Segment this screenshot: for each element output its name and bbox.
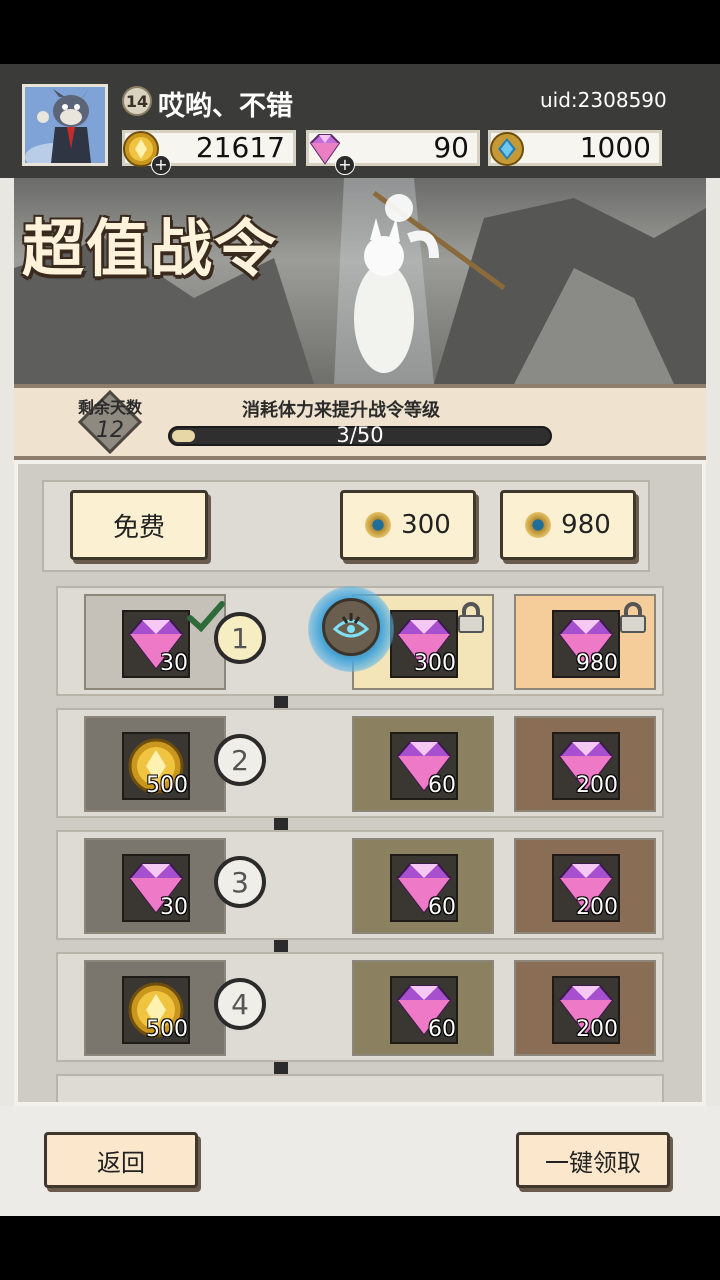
days-remaining: 剩余天数 12	[70, 392, 150, 454]
gold-amount: 21617	[195, 131, 285, 164]
reward-quantity: 200	[576, 895, 618, 920]
add-diamond-icon[interactable]: +	[335, 155, 355, 175]
progress-description: 消耗体力来提升战令等级	[242, 400, 440, 421]
gem-coin-amount: 1000	[579, 131, 651, 164]
eye-emblem-icon	[322, 598, 380, 656]
gold-currency-box[interactable]: + 21617	[122, 130, 296, 175]
days-remaining-value: 12	[96, 418, 124, 443]
player-level-badge: 14	[122, 86, 152, 116]
claim-all-button[interactable]: 一键领取	[516, 1132, 670, 1188]
tier2-price: 980	[561, 510, 611, 540]
back-button-label: 返回	[97, 1148, 145, 1177]
blue-gem-coin-icon	[525, 512, 552, 538]
tier-header: 免费 300 980	[42, 480, 650, 572]
level-marker-3: 3	[214, 856, 266, 908]
reward-row-level-2: 500 60 200	[56, 708, 664, 818]
lock-icon	[458, 602, 484, 633]
status-bar-area	[0, 0, 720, 64]
reward-quantity: 300	[414, 651, 456, 676]
add-gold-icon[interactable]: +	[151, 155, 171, 175]
free-reward-slot[interactable]: 500	[84, 960, 226, 1056]
tier1-reward-slot[interactable]: 60	[352, 960, 494, 1056]
reward-quantity: 200	[576, 1017, 618, 1042]
player-uid: uid:2308590	[540, 88, 667, 112]
gem-coin-currency-box: 1000	[488, 130, 662, 166]
pass-progress-strip: 剩余天数 12 消耗体力来提升战令等级 3/50	[14, 384, 706, 460]
tier1-reward-slot[interactable]: 60	[352, 838, 494, 934]
banner-title: 超值战令	[22, 212, 279, 285]
player-name: 哎哟、不错	[158, 91, 293, 122]
battle-pass-banner: 超值战令	[14, 178, 706, 384]
reward-quantity: 60	[428, 773, 456, 798]
reward-quantity: 30	[160, 895, 188, 920]
tier2-reward-slot[interactable]: 200	[514, 838, 656, 934]
tier1-purchase-button[interactable]: 300	[340, 490, 476, 560]
player-header: 14 哎哟、不错 uid:2308590 + 21617 + 90 1000	[0, 64, 720, 178]
diamond-amount: 90	[433, 131, 469, 164]
cat-character-icon	[25, 87, 105, 163]
tier2-reward-slot[interactable]: 980	[514, 594, 656, 690]
free-reward-slot[interactable]: 500	[84, 716, 226, 812]
reward-quantity: 980	[576, 651, 618, 676]
diamond-currency-box[interactable]: + 90	[306, 130, 480, 175]
blue-gem-coin-icon	[365, 512, 392, 538]
footer-bar: 返回 一键领取	[0, 1106, 720, 1216]
reward-row-level-4: 500 60 200	[56, 952, 664, 1062]
tier1-price: 300	[401, 510, 451, 540]
player-avatar[interactable]	[22, 84, 108, 166]
back-button[interactable]: 返回	[44, 1132, 198, 1188]
level-marker-1: 1	[214, 612, 266, 664]
glowing-eye-emblem-button[interactable]	[308, 586, 394, 672]
free-tier-label: 免费	[112, 512, 165, 543]
reward-quantity: 500	[146, 773, 188, 798]
battle-pass-screen: 14 哎哟、不错 uid:2308590 + 21617 + 90 1000 超…	[0, 64, 720, 1216]
tier2-reward-slot[interactable]: 200	[514, 960, 656, 1056]
level-marker-2: 2	[214, 734, 266, 786]
eye-symbol-icon	[332, 613, 370, 638]
reward-row-level-3: 30 60 200	[56, 830, 664, 940]
free-reward-slot[interactable]: 30	[84, 594, 226, 690]
tier2-reward-slot[interactable]: 200	[514, 716, 656, 812]
reward-quantity: 200	[576, 773, 618, 798]
level-progress-text: 3/50	[336, 423, 384, 447]
reward-quantity: 60	[428, 895, 456, 920]
lock-icon	[620, 602, 646, 633]
claim-all-button-label: 一键领取	[545, 1148, 641, 1177]
tier2-purchase-button[interactable]: 980	[500, 490, 636, 560]
blue-gem-coin-icon	[490, 132, 524, 166]
reward-quantity: 500	[146, 1017, 188, 1042]
free-reward-slot[interactable]: 30	[84, 838, 226, 934]
reward-quantity: 30	[160, 651, 188, 676]
navigation-bar-area	[0, 1216, 720, 1280]
reward-row-partial	[56, 1074, 664, 1102]
days-remaining-label: 剩余天数	[77, 398, 142, 417]
reward-panel: 免费 300 980 30 300 980 1 500 60 200 2 30 …	[14, 460, 706, 1106]
level-marker-4: 4	[214, 978, 266, 1030]
tier1-reward-slot[interactable]: 60	[352, 716, 494, 812]
reward-quantity: 60	[428, 1017, 456, 1042]
free-tier-button[interactable]: 免费	[70, 490, 208, 560]
